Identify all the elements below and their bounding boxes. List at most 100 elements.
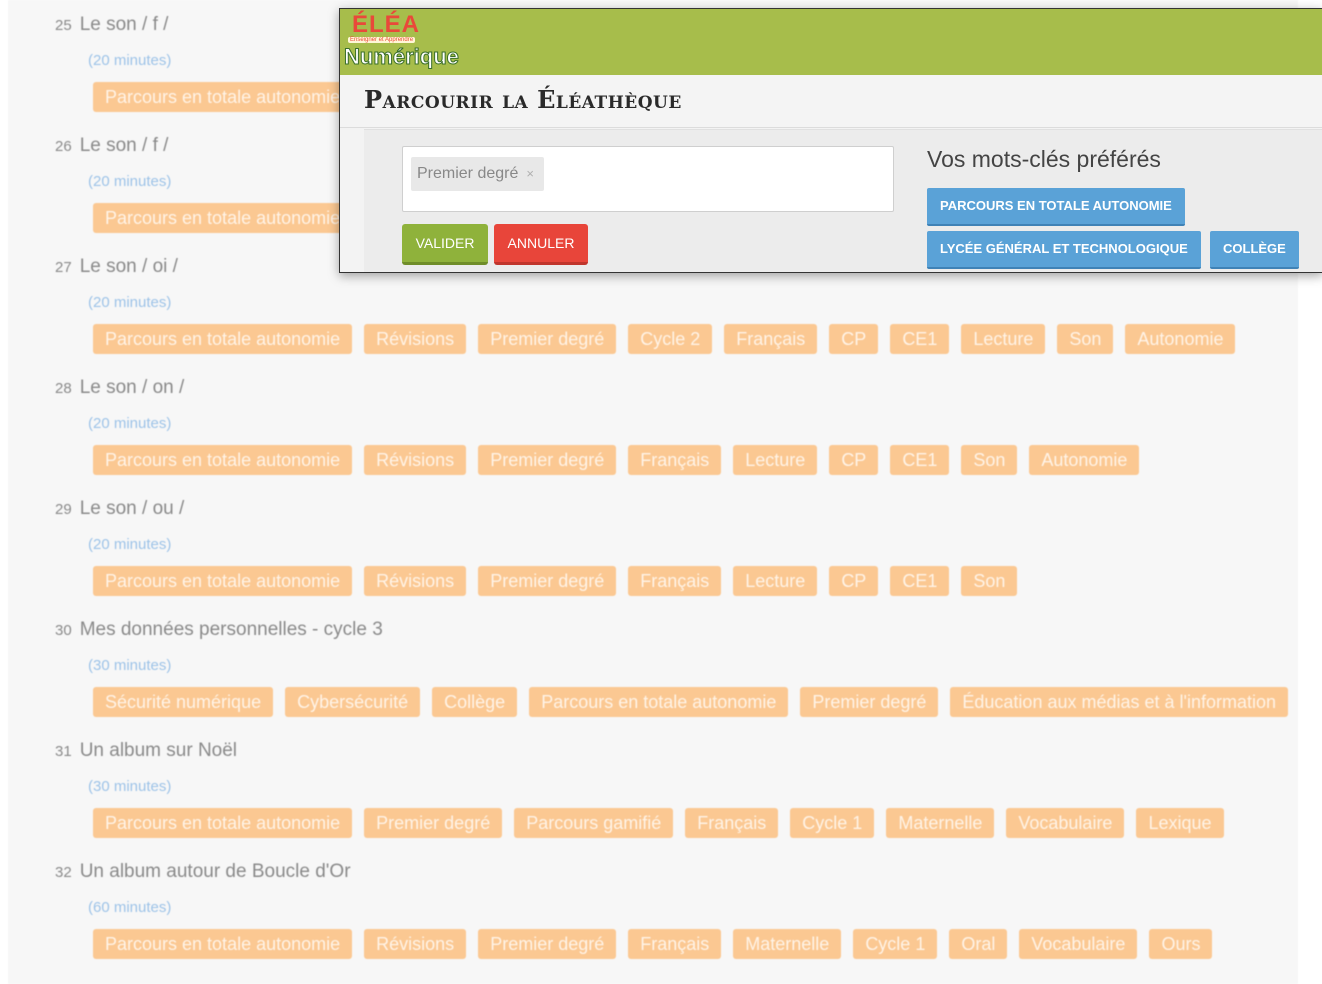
elea-logo[interactable]: ÉLÉA Enseigner et Apprendre Numérique [344, 11, 464, 75]
tag[interactable]: Révisions [364, 445, 467, 475]
tag[interactable]: Cycle 1 [790, 808, 875, 838]
item-heading[interactable]: 27 Le son / oi / [55, 256, 178, 278]
keyword-input[interactable]: Premier degré × [402, 146, 894, 212]
tag[interactable]: Lecture [733, 566, 818, 596]
tag[interactable]: CE1 [890, 324, 950, 354]
tag[interactable]: Parcours en totale autonomie [93, 203, 353, 233]
keyword-filter-area: Premier degré × VALIDER ANNULER Vos mots… [364, 129, 1322, 272]
tag[interactable]: Premier degré [478, 324, 617, 354]
tag[interactable]: CE1 [890, 566, 950, 596]
tag[interactable]: Parcours en totale autonomie [93, 929, 353, 959]
tag[interactable]: Parcours en totale autonomie [93, 445, 353, 475]
item-title[interactable]: Le son / ou / [80, 498, 185, 519]
tag[interactable]: Lecture [733, 445, 818, 475]
tag[interactable]: Cybersécurité [285, 687, 421, 717]
panel-header: ÉLÉA Enseigner et Apprendre Numérique [340, 9, 1322, 75]
item-title[interactable]: Un album sur Noël [80, 740, 237, 761]
item-heading[interactable]: 28 Le son / on / [55, 377, 184, 399]
tag[interactable]: Éducation aux médias et à l'information [950, 687, 1289, 717]
favorite-keyword-button[interactable]: COLLÈGE [1210, 231, 1299, 269]
tag[interactable]: Parcours en totale autonomie [93, 324, 353, 354]
item-tags: Parcours en totale autonomie Révisions P… [93, 566, 1018, 596]
tag[interactable]: Français [628, 566, 722, 596]
tag[interactable]: Son [1057, 324, 1114, 354]
tag[interactable]: Lexique [1136, 808, 1224, 838]
tag[interactable]: Révisions [364, 929, 467, 959]
annuler-button[interactable]: ANNULER [494, 224, 588, 265]
favorite-keyword-button[interactable]: PARCOURS EN TOTALE AUTONOMIE [927, 188, 1185, 226]
tag[interactable]: Français [724, 324, 818, 354]
tag[interactable]: Révisions [364, 566, 467, 596]
valider-button[interactable]: VALIDER [402, 224, 488, 265]
item-title[interactable]: Un album autour de Boucle d'Or [80, 861, 351, 882]
item-number: 30 [55, 622, 72, 639]
tag[interactable]: Collège [432, 687, 518, 717]
tag[interactable]: Autonomie [1029, 445, 1140, 475]
tag[interactable]: Son [961, 445, 1018, 475]
tag[interactable]: Parcours en totale autonomie [529, 687, 789, 717]
tag[interactable]: Oral [949, 929, 1008, 959]
favorites-title: Vos mots-clés préférés [927, 146, 1161, 172]
item-tags: Parcours en totale autonomie Révisions P… [93, 445, 1140, 475]
item-number: 25 [55, 17, 72, 34]
item-duration: (20 minutes) [88, 415, 172, 432]
item-tags: Parcours en totale autonomie Révisions P… [93, 929, 1213, 959]
tag[interactable]: Premier degré [478, 445, 617, 475]
favorite-keyword-button[interactable]: LYCÉE GÉNÉRAL ET TECHNOLOGIQUE [927, 231, 1201, 269]
keyword-chip-label: Premier degré [417, 165, 519, 182]
item-title[interactable]: Le son / f / [80, 14, 169, 35]
list-item: 30 Mes données personnelles - cycle 3 (30… [8, 605, 1298, 726]
item-heading[interactable]: 26 Le son / f / [55, 135, 168, 157]
tag[interactable]: Français [628, 445, 722, 475]
tag[interactable]: Vocabulaire [1006, 808, 1125, 838]
list-item: 28 Le son / on / (20 minutes) Parcours en… [8, 363, 1298, 484]
item-heading[interactable]: 32 Un album autour de Boucle d'Or [55, 861, 351, 883]
tag[interactable]: Premier degré [364, 808, 503, 838]
logo-bottom-text: Numérique [344, 44, 460, 70]
tag[interactable]: CP [829, 324, 879, 354]
tag[interactable]: CP [829, 566, 879, 596]
item-duration: (30 minutes) [88, 778, 172, 795]
item-duration: (20 minutes) [88, 52, 172, 69]
item-heading[interactable]: 30 Mes données personnelles - cycle 3 [55, 619, 383, 641]
close-icon[interactable]: × [526, 157, 534, 191]
tag[interactable]: Parcours en totale autonomie [93, 808, 353, 838]
tag[interactable]: Premier degré [478, 566, 617, 596]
page-title: Parcourir la Éléathèque [364, 85, 682, 114]
item-tags: Parcours en totale autonomie Premier deg… [93, 808, 1224, 838]
tag[interactable]: Lecture [961, 324, 1046, 354]
tag[interactable]: Révisions [364, 324, 467, 354]
list-item: 31 Un album sur Noël (30 minutes) Parcour… [8, 726, 1298, 847]
item-title[interactable]: Le son / f / [80, 135, 169, 156]
tag[interactable]: Autonomie [1125, 324, 1236, 354]
tag[interactable]: Parcours en totale autonomie [93, 566, 353, 596]
tag[interactable]: Maternelle [886, 808, 995, 838]
item-title[interactable]: Mes données personnelles - cycle 3 [80, 619, 383, 640]
tag[interactable]: Français [685, 808, 779, 838]
list-item: 29 Le son / ou / (20 minutes) Parcours en… [8, 484, 1298, 605]
tag[interactable]: Vocabulaire [1019, 929, 1138, 959]
panel-title-bar: Parcourir la Éléathèque [340, 75, 1322, 128]
tag[interactable]: Maternelle [733, 929, 842, 959]
tag[interactable]: Premier degré [800, 687, 939, 717]
item-title[interactable]: Le son / oi / [80, 256, 178, 277]
item-heading[interactable]: 31 Un album sur Noël [55, 740, 237, 762]
tag[interactable]: CP [829, 445, 879, 475]
tag[interactable]: Cycle 1 [853, 929, 938, 959]
item-duration: (20 minutes) [88, 173, 172, 190]
tag[interactable]: Français [628, 929, 722, 959]
browse-panel: ÉLÉA Enseigner et Apprendre Numérique Pa… [339, 8, 1322, 273]
tag[interactable]: Cycle 2 [628, 324, 713, 354]
tag[interactable]: Son [961, 566, 1018, 596]
keyword-chip: Premier degré × [411, 157, 544, 191]
tag[interactable]: Sécurité numérique [93, 687, 274, 717]
tag[interactable]: Parcours gamifié [514, 808, 674, 838]
tag[interactable]: Parcours en totale autonomie [93, 82, 353, 112]
item-heading[interactable]: 29 Le son / ou / [55, 498, 184, 520]
tag[interactable]: Ours [1149, 929, 1213, 959]
item-title[interactable]: Le son / on / [80, 377, 185, 398]
tag[interactable]: CE1 [890, 445, 950, 475]
item-tags: Sécurité numérique Cybersécurité Collège… [93, 687, 1289, 717]
item-heading[interactable]: 25 Le son / f / [55, 14, 168, 36]
tag[interactable]: Premier degré [478, 929, 617, 959]
